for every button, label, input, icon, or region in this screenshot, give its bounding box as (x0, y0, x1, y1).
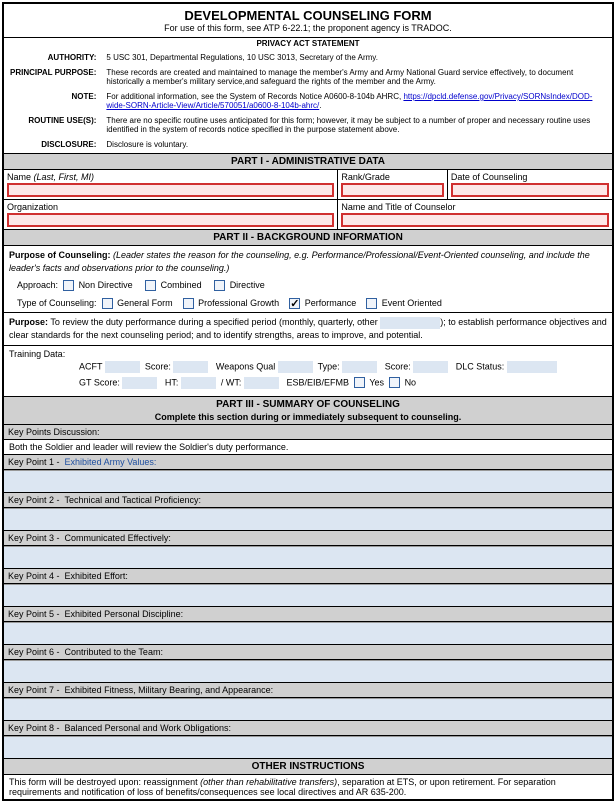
form-title: DEVELOPMENTAL COUNSELING FORM (4, 4, 612, 23)
disclosure-text: Disclosure is voluntary. (102, 138, 610, 151)
acft-input[interactable] (105, 361, 140, 373)
rank-label: Rank/Grade (341, 172, 390, 182)
checkbox-directive[interactable] (214, 280, 225, 291)
purpose-counseling-label: Purpose of Counseling: (9, 250, 111, 260)
period-other-input[interactable] (380, 317, 440, 329)
kp4-title: Exhibited Effort: (65, 571, 128, 581)
kp5-title: Exhibited Personal Discipline: (65, 609, 184, 619)
kp8-title: Balanced Personal and Work Obligations: (65, 723, 231, 733)
part1-heading: PART I - ADMINISTRATIVE DATA (4, 153, 612, 170)
authority-text: 5 USC 301, Departmental Regulations, 10 … (102, 51, 610, 64)
purpose-label2: Purpose: (9, 317, 48, 327)
org-label: Organization (7, 202, 58, 212)
kp3-title: Communicated Effectively: (65, 533, 171, 543)
kp7-title: Exhibited Fitness, Military Bearing, and… (65, 685, 274, 695)
rank-input[interactable] (341, 183, 443, 197)
weapons-input[interactable] (278, 361, 313, 373)
part3-sub: Complete this section during or immediat… (4, 412, 612, 425)
kp6-input[interactable] (4, 660, 612, 682)
checkbox-esb-no[interactable] (389, 377, 400, 388)
other-text: This form will be destroyed upon: reassi… (4, 775, 612, 799)
date-input[interactable] (451, 183, 609, 197)
authority-label: AUTHORITY: (6, 51, 100, 64)
kp1-title: Exhibited Army Values: (65, 457, 157, 467)
kp6-title: Contributed to the Team: (65, 647, 163, 657)
checkbox-general-form[interactable] (102, 298, 113, 309)
kpd-text: Both the Soldier and leader will review … (4, 440, 612, 454)
part2-heading: PART II - BACKGROUND INFORMATION (4, 229, 612, 246)
kpd-header: Key Points Discussion: (4, 425, 612, 440)
note-label: NOTE: (6, 90, 100, 112)
form-subtitle: For use of this form, see ATP 6-22.1; th… (4, 23, 612, 38)
training-data-label: Training Data: (9, 349, 65, 359)
date-label: Date of Counseling (451, 172, 528, 182)
kp7-input[interactable] (4, 698, 612, 720)
other-heading: OTHER INSTRUCTIONS (4, 758, 612, 775)
privacy-heading: PRIVACY ACT STATEMENT (4, 38, 612, 49)
routine-label: ROUTINE USE(S): (6, 114, 100, 136)
note-text: For additional information, see the Syst… (102, 90, 610, 112)
name-label: Name (Last, First, MI) (7, 172, 94, 182)
checkbox-professional-growth[interactable] (183, 298, 194, 309)
dlc-input[interactable] (507, 361, 557, 373)
kp5-input[interactable] (4, 622, 612, 644)
routine-text: There are no specific routine uses antic… (102, 114, 610, 136)
kp1-input[interactable] (4, 470, 612, 492)
checkbox-event-oriented[interactable] (366, 298, 377, 309)
kp4-input[interactable] (4, 584, 612, 606)
type-label: Type of Counseling: (17, 298, 97, 308)
part3-heading: PART III - SUMMARY OF COUNSELING (4, 396, 612, 412)
checkbox-non-directive[interactable] (63, 280, 74, 291)
kp3-input[interactable] (4, 546, 612, 568)
gt-input[interactable] (122, 377, 157, 389)
weapons-type-input[interactable] (342, 361, 377, 373)
purpose-text: These records are created and maintained… (102, 66, 610, 88)
acft-score-input[interactable] (173, 361, 208, 373)
wt-input[interactable] (244, 377, 279, 389)
disclosure-label: DISCLOSURE: (6, 138, 100, 151)
privacy-table: AUTHORITY:5 USC 301, Departmental Regula… (4, 49, 612, 153)
checkbox-combined[interactable] (145, 280, 156, 291)
counselor-label: Name and Title of Counselor (341, 202, 455, 212)
checkbox-esb-yes[interactable] (354, 377, 365, 388)
checkbox-performance[interactable] (289, 298, 300, 309)
name-input[interactable] (7, 183, 334, 197)
ht-input[interactable] (181, 377, 216, 389)
weapons-score-input[interactable] (413, 361, 448, 373)
kp2-input[interactable] (4, 508, 612, 530)
purpose-label: PRINCIPAL PURPOSE: (6, 66, 100, 88)
org-input[interactable] (7, 213, 334, 227)
approach-label: Approach: (17, 280, 58, 290)
form-page: DEVELOPMENTAL COUNSELING FORM For use of… (2, 2, 614, 801)
kp2-title: Technical and Tactical Proficiency: (65, 495, 201, 505)
counselor-input[interactable] (341, 213, 609, 227)
kp8-input[interactable] (4, 736, 612, 758)
